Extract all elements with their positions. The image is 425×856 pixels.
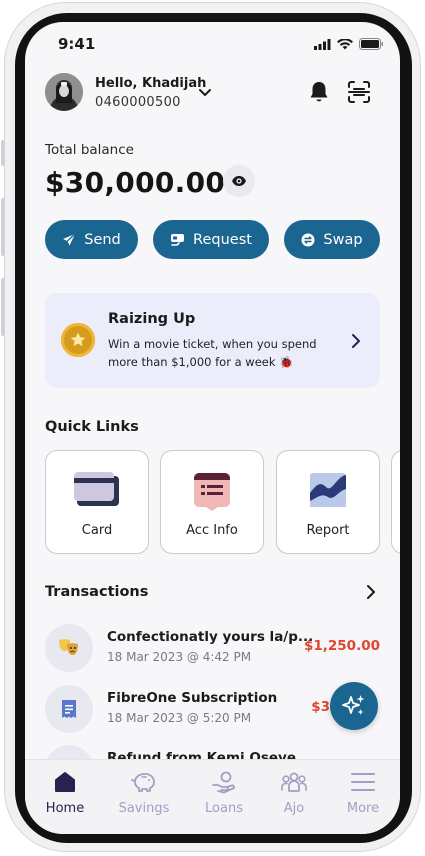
- quick-link-report-label: Report: [306, 523, 350, 538]
- transaction-name: FibreOne Subscription: [107, 690, 278, 706]
- card-icon: [74, 472, 119, 506]
- send-icon: [63, 233, 76, 245]
- ai-assistant-button[interactable]: [330, 682, 378, 730]
- swap-label: Swap: [323, 231, 363, 248]
- wifi-icon: [337, 38, 353, 49]
- status-icons: [314, 38, 384, 50]
- quick-link-report[interactable]: Report: [276, 450, 380, 554]
- eye-icon: [232, 176, 246, 186]
- nav-savings[interactable]: Savings: [109, 770, 179, 816]
- avatar[interactable]: [45, 73, 83, 111]
- transactions-chevron-right-icon[interactable]: [365, 584, 377, 600]
- send-label: Send: [84, 231, 121, 248]
- request-button[interactable]: Request: [153, 220, 269, 259]
- phone-mute-switch: [1, 140, 5, 166]
- promo-banner[interactable]: Raizing Up Win a movie ticket, when you …: [45, 293, 380, 388]
- quick-link-acc-info-label: Acc Info: [186, 523, 238, 538]
- transaction-amount: $3: [311, 699, 330, 715]
- balance-label: Total balance: [45, 142, 134, 158]
- status-time: 9:41: [58, 35, 96, 53]
- request-icon: [171, 234, 185, 246]
- nav-ajo[interactable]: Ajo: [259, 770, 329, 816]
- nav-more-label: More: [346, 801, 380, 816]
- swap-button[interactable]: Swap: [284, 220, 380, 259]
- account-header: Hello, Khadijah 0460000500: [45, 72, 380, 114]
- transaction-amount: $1,250.00: [303, 638, 380, 654]
- phone-volume-down: [1, 278, 5, 336]
- receipt-icon: [45, 685, 93, 733]
- nav-savings-label: Savings: [118, 801, 170, 816]
- quick-link-card[interactable]: Card: [45, 450, 149, 554]
- report-icon: [310, 473, 346, 507]
- swap-icon: [301, 233, 315, 246]
- balance-amount: $30,000.00: [45, 166, 226, 199]
- nav-loans[interactable]: Loans: [189, 770, 259, 816]
- sparkles-icon: [342, 695, 365, 715]
- loan-hand-icon: [212, 771, 236, 794]
- theater-masks-icon: [45, 624, 93, 672]
- piggy-bank-icon: [131, 773, 155, 792]
- transaction-row[interactable]: Confectionatly yours la/p... 18 Mar 2023…: [45, 622, 380, 674]
- transactions-title: Transactions: [45, 584, 149, 600]
- request-label: Request: [193, 231, 252, 248]
- send-button[interactable]: Send: [45, 220, 138, 259]
- nav-home[interactable]: Home: [30, 770, 100, 816]
- account-info-icon: [194, 473, 230, 511]
- nav-home-label: Home: [45, 801, 85, 816]
- bottom-nav: Home Savings Loans Ajo More: [25, 759, 400, 834]
- nav-loans-label: Loans: [205, 801, 243, 816]
- toggle-balance-visibility[interactable]: [223, 165, 255, 197]
- transaction-date: 18 Mar 2023 @ 5:20 PM: [107, 711, 252, 725]
- quick-links-title: Quick Links: [45, 419, 139, 435]
- nav-more[interactable]: More: [328, 770, 398, 816]
- quick-link-acc-info[interactable]: Acc Info: [160, 450, 264, 554]
- quick-actions: Send Request Swap: [45, 220, 380, 260]
- signal-icon: [314, 38, 331, 50]
- phone-volume-up: [1, 198, 5, 256]
- bell-icon[interactable]: [308, 80, 330, 104]
- quick-link-card-label: Card: [81, 523, 113, 538]
- nav-ajo-label: Ajo: [283, 801, 305, 816]
- group-icon: [281, 772, 307, 792]
- transaction-name: Confectionatly yours la/p...: [107, 629, 314, 645]
- menu-icon: [351, 773, 375, 791]
- promo-title: Raizing Up: [108, 311, 196, 327]
- quick-links-row: Card Acc Info Report: [45, 450, 400, 554]
- transaction-date: 18 Mar 2023 @ 4:42 PM: [107, 650, 252, 664]
- promo-description: Win a movie ticket, when you spend more …: [108, 337, 317, 369]
- home-icon: [55, 772, 75, 792]
- star-medal-icon: [61, 323, 95, 357]
- account-phone: 0460000500: [95, 95, 181, 110]
- battery-icon: [359, 38, 383, 50]
- status-bar: 9:41: [25, 22, 400, 66]
- quick-link-partial[interactable]: [391, 450, 400, 554]
- scan-icon[interactable]: [346, 79, 372, 105]
- app-screen: 9:41 Hello, Khadijah 0460000500 Total ba…: [25, 22, 400, 834]
- chevron-down-icon[interactable]: [197, 84, 213, 100]
- greeting-text: Hello, Khadijah: [95, 76, 207, 91]
- chevron-right-icon[interactable]: [350, 333, 362, 349]
- avatar-photo: [45, 73, 83, 111]
